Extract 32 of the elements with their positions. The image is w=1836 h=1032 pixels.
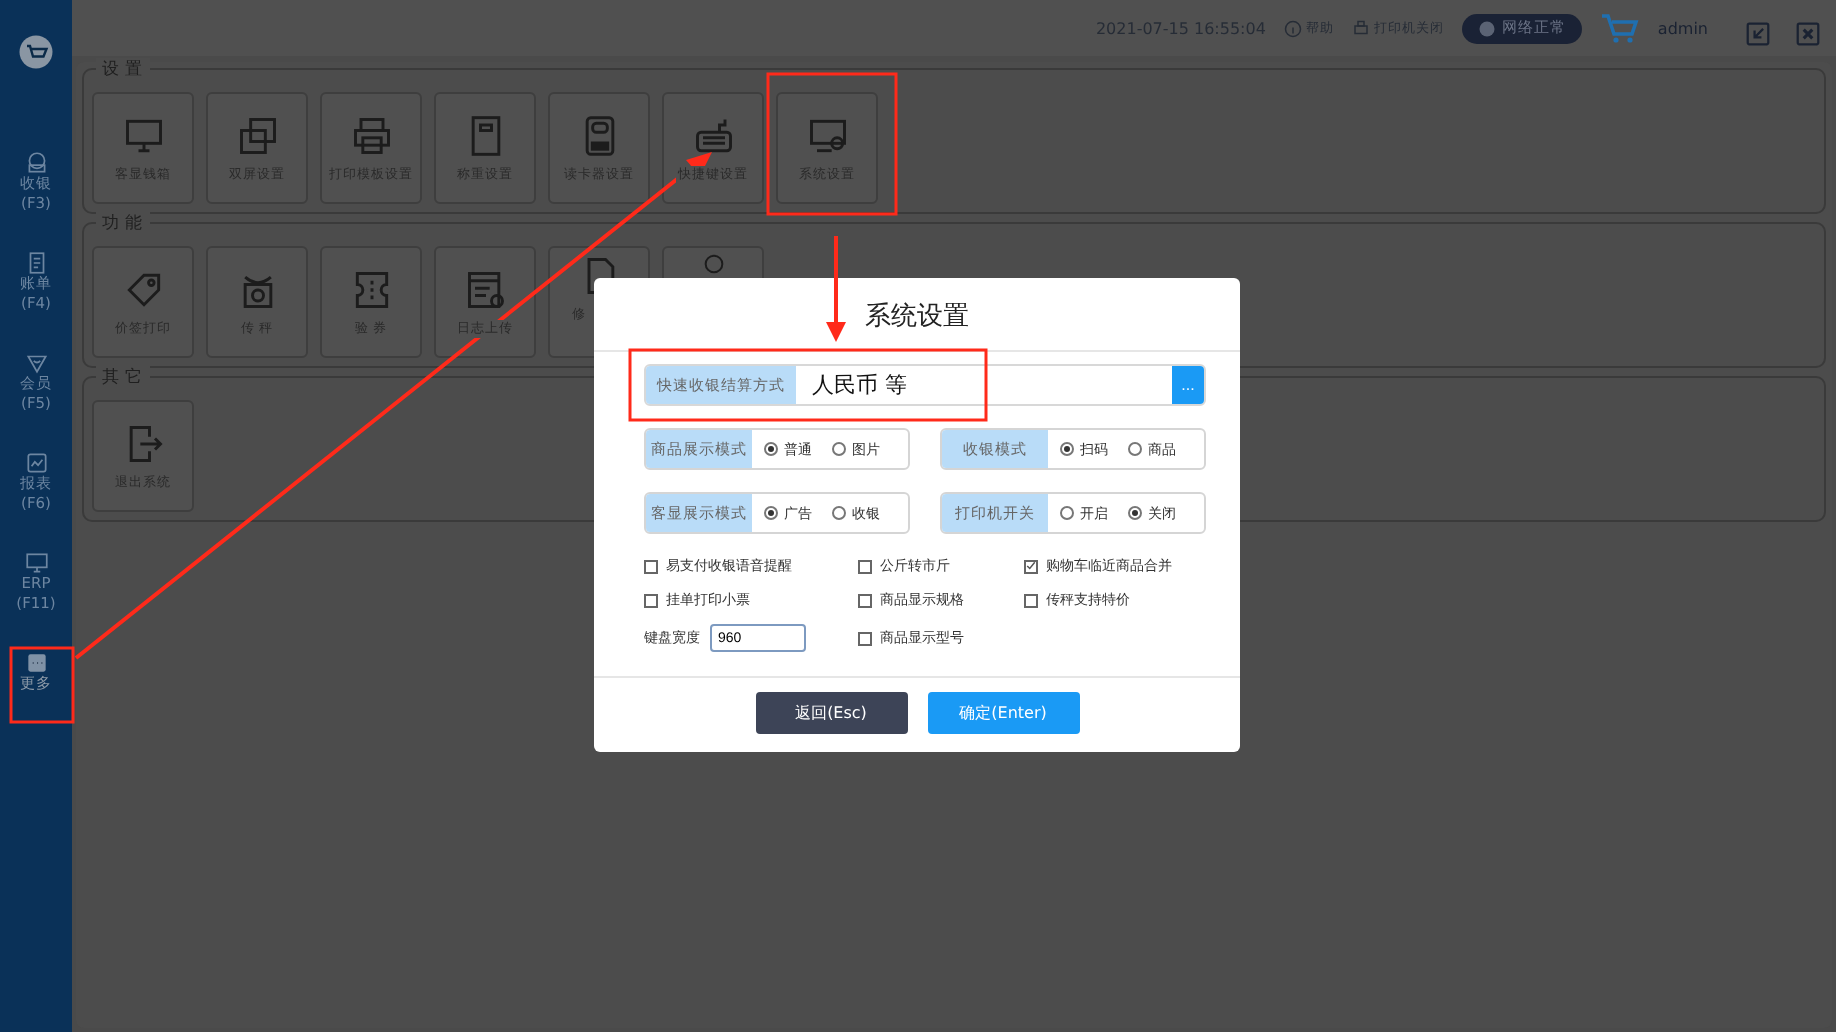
checkbox[interactable] xyxy=(644,559,658,573)
checkbox[interactable] xyxy=(644,593,658,607)
printer-icon xyxy=(1351,19,1370,37)
confirm-button[interactable]: 确定(Enter) xyxy=(927,692,1079,734)
checkbox[interactable] xyxy=(1024,593,1038,607)
radio-button[interactable] xyxy=(1128,442,1142,456)
document-icon xyxy=(463,267,507,311)
radio-button[interactable] xyxy=(1060,442,1074,456)
radio-button[interactable] xyxy=(1128,506,1142,520)
more-button[interactable]: ... xyxy=(1172,366,1204,404)
highlight-frame xyxy=(766,72,898,216)
checkbox[interactable] xyxy=(858,631,872,645)
radio-button[interactable] xyxy=(832,506,846,520)
annotation-arrow xyxy=(826,236,846,342)
back-button[interactable]: 返回(Esc) xyxy=(755,692,907,734)
cashier-icon xyxy=(23,146,49,172)
radio-button[interactable] xyxy=(764,506,778,520)
radio-button[interactable] xyxy=(832,442,846,456)
printer-icon xyxy=(349,113,393,157)
cart-icon xyxy=(1599,12,1640,44)
field-value: 人民币 等 xyxy=(810,370,909,402)
dot-icon xyxy=(1477,19,1496,37)
windows-icon xyxy=(235,113,279,157)
info-icon xyxy=(1283,19,1302,37)
checkbox[interactable] xyxy=(858,593,872,607)
checkbox[interactable] xyxy=(858,559,872,573)
checkbox[interactable] xyxy=(1024,559,1038,573)
radio-button[interactable] xyxy=(764,442,778,456)
logo-icon xyxy=(18,34,54,70)
radio-button[interactable] xyxy=(1060,506,1074,520)
magnifier-icon xyxy=(703,254,723,274)
highlight-frame xyxy=(9,646,75,724)
